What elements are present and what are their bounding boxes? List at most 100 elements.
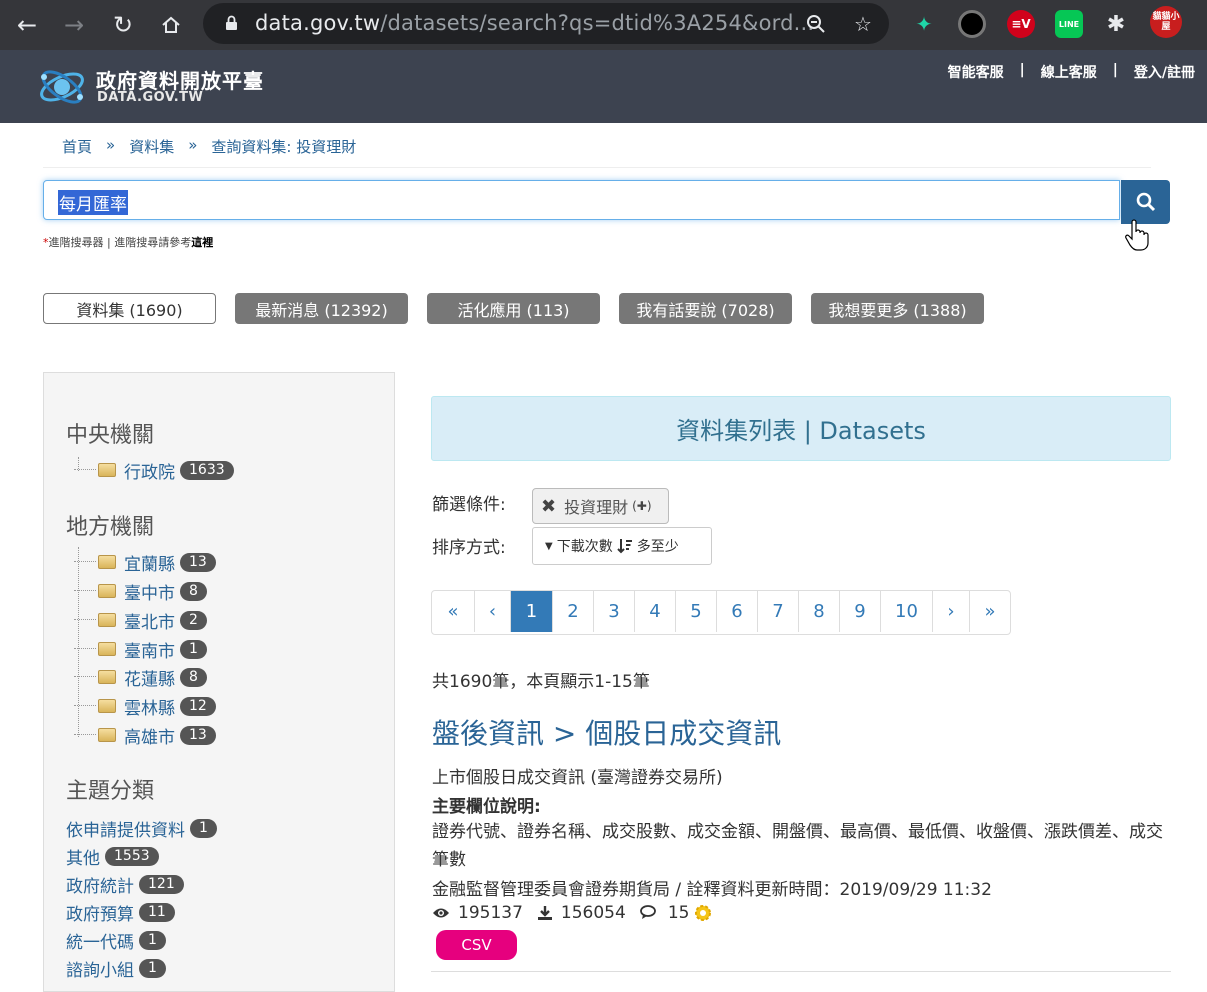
caret-down-icon: ▼ [545,540,553,552]
page-6[interactable]: 6 [716,591,757,632]
count-badge: 2 [180,610,207,630]
topic-item[interactable]: 政府統計 121 [66,872,184,897]
dataset-list-heading: 資料集列表 | Datasets [431,396,1171,461]
breadcrumb-separator: » [106,136,116,154]
filter-chip-label: 投資理財 [564,498,629,517]
search-button[interactable] [1121,180,1170,224]
divider [431,971,1171,972]
gear-icon [695,905,712,921]
breadcrumb-datasets[interactable]: 資料集 [129,136,174,157]
page-prev[interactable]: ‹ [474,591,510,632]
count-badge: 11 [139,903,175,922]
separator: | [1112,62,1118,78]
ext-expressvpn-icon[interactable]: ≡V [1007,10,1035,38]
page-last[interactable]: » [969,591,1010,632]
page-8[interactable]: 8 [798,591,839,632]
central-agencies-heading: 中央機關 [66,423,155,448]
page-7[interactable]: 7 [757,591,798,632]
download-count: 156054 [560,903,626,923]
profile-avatar[interactable]: 貓貓小屋 [1150,6,1182,38]
csv-format-button[interactable]: CSV [436,930,517,960]
sort-label: 排序方式: [432,538,506,558]
site-logo-icon[interactable] [36,63,90,111]
divider [43,167,1151,168]
page-10[interactable]: 10 [880,591,932,632]
advanced-search-hint: *進階搜尋器 | 進階搜尋請參考這裡 [43,236,214,249]
tree-item-taichung[interactable]: 臺中市 8 [74,579,207,604]
forward-icon[interactable]: → [57,8,91,42]
folder-icon [98,613,116,627]
breadcrumb-current[interactable]: 查詢資料集: 投資理財 [211,136,356,157]
page-3[interactable]: 3 [593,591,634,632]
extensions-puzzle-icon[interactable]: ✱ [1102,10,1130,38]
count-badge: 1 [180,639,207,659]
topic-item[interactable]: 依申請提供資料 1 [66,816,217,841]
filter-chip[interactable]: ✖ 投資理財 (✚) [532,488,669,524]
tree-item-taipei[interactable]: 臺北市 2 [74,608,207,633]
lock-icon [226,15,237,30]
page-1[interactable]: 1 [510,591,552,632]
dataset-title-link[interactable]: 盤後資訊 > 個股日成交資訊 [432,712,781,752]
comments-icon [639,905,656,919]
hand-cursor-icon [1125,219,1149,251]
search-input-value: 每月匯率 [58,190,128,215]
topic-item[interactable]: 政府預算 11 [66,900,175,925]
home-icon[interactable] [154,8,188,42]
tree-item-tainan[interactable]: 臺南市 1 [74,637,207,662]
tree-item-yunlin[interactable]: 雲林縣 12 [74,694,216,719]
count-badge: 121 [139,875,184,894]
advanced-search-link[interactable]: 這裡 [191,236,213,249]
page-first[interactable]: « [432,591,474,632]
page-5[interactable]: 5 [675,591,716,632]
login-register-link[interactable]: 登入/註冊 [1134,62,1195,82]
tab-feedback[interactable]: 我有話要說 (7028) [619,293,792,324]
address-bar[interactable]: data.gov.tw/datasets/search?qs=dtid%3A25… [203,3,889,44]
tab-news[interactable]: 最新消息 (12392) [235,293,408,324]
zoom-icon[interactable] [803,11,829,37]
eye-icon [433,908,449,918]
browser-toolbar: ← → ↻ data.gov.tw/datasets/search?qs=dti… [0,0,1207,50]
smart-service-link[interactable]: 智能客服 [948,62,1004,82]
count-badge: 8 [180,581,207,601]
ext-black-circle-icon[interactable] [958,10,986,38]
sort-selector[interactable]: ▼ 下載次數 多至少 [532,527,712,565]
topic-item[interactable]: 其他 1553 [66,844,159,869]
tree-item-executive-yuan[interactable]: 行政院 1633 [74,458,234,483]
folder-icon [98,699,116,713]
tab-applications[interactable]: 活化應用 (113) [427,293,600,324]
ext-line-icon[interactable]: LINE [1055,10,1083,38]
dataset-fields-label: 主要欄位說明: [432,797,541,817]
filter-label: 篩選條件: [432,495,506,515]
folder-icon [98,555,116,569]
reload-icon[interactable]: ↻ [106,8,140,42]
page-2[interactable]: 2 [552,591,593,632]
folder-icon [98,584,116,598]
close-icon[interactable]: ✖ [541,496,556,517]
count-badge: 8 [180,667,207,687]
dataset-stats: 195137 156054 15 [432,903,713,923]
tree-item-yilan[interactable]: 宜蘭縣 13 [74,550,216,575]
tab-datasets[interactable]: 資料集 (1690) [43,293,216,324]
tab-requests[interactable]: 我想要更多 (1388) [811,293,984,324]
site-logo-subtitle[interactable]: DATA.GOV.TW [97,90,203,105]
tree-item-hualien[interactable]: 花蓮縣 8 [74,665,207,690]
tree-item-kaohsiung[interactable]: 高雄市 13 [74,723,216,748]
count-badge: 1 [139,931,166,950]
search-input[interactable]: 每月匯率 [43,180,1120,220]
result-count: 共1690筆，本頁顯示1-15筆 [432,672,650,692]
breadcrumb-home[interactable]: 首頁 [62,136,92,157]
breadcrumb: 首頁 » 資料集 » 查詢資料集: 投資理財 [62,136,356,157]
page-9[interactable]: 9 [839,591,880,632]
bookmark-star-icon[interactable]: ☆ [850,11,876,37]
topic-item[interactable]: 諮詢小組 1 [66,956,166,981]
back-icon[interactable]: ← [10,8,44,42]
page-4[interactable]: 4 [634,591,675,632]
plus-circle-icon[interactable]: (✚) [632,499,651,513]
ext-green-icon[interactable]: ✦ [910,10,938,38]
folder-icon [98,670,116,684]
breadcrumb-separator: » [188,136,198,154]
page-next[interactable]: › [932,591,969,632]
topic-item[interactable]: 統一代碼 1 [66,928,166,953]
pagination: « ‹ 1 2 3 4 5 6 7 8 9 10 › » [431,590,1011,635]
online-service-link[interactable]: 線上客服 [1041,62,1097,82]
